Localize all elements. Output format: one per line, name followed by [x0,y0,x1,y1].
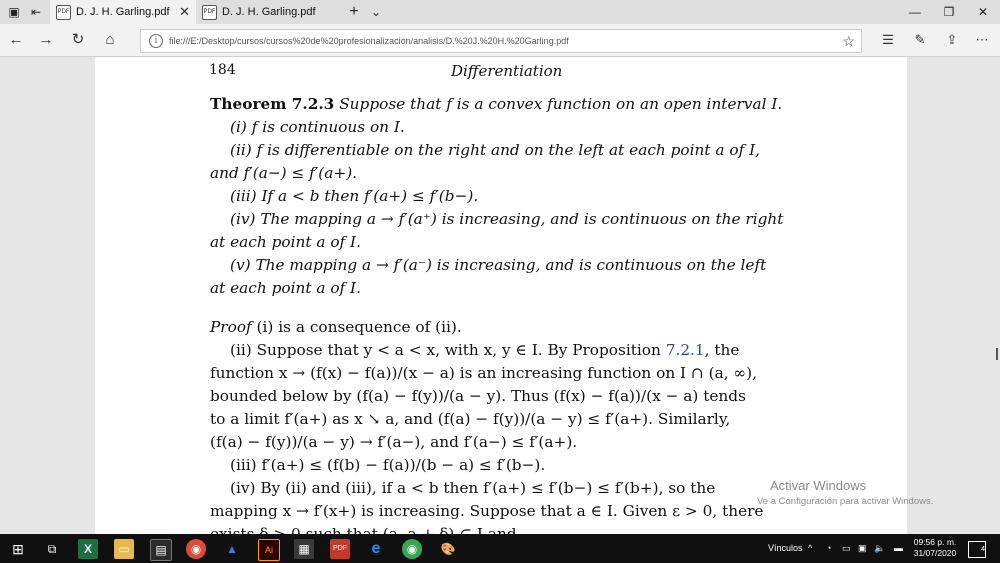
theorem-line: at each point a of I. [210,279,361,297]
theorem-line: (iii) If a < b then f′(a+) ≤ f′(b−). [230,187,479,205]
proposition-link[interactable]: 7.2.1 [666,341,705,359]
notifications-icon[interactable]: 4 [968,541,986,558]
tab-bar: ▣ ⇤ PDF D. J. H. Garling.pdf ✕ PDF D. J.… [0,0,1000,24]
pdf-icon: PDF [202,5,217,20]
proof-line: (iv) By (ii) and (iii), if a < b then f′… [230,479,716,497]
refresh-icon[interactable]: ↻ [68,30,88,50]
chevron-down-icon[interactable]: ⌄ [368,4,384,20]
chevron-up-icon[interactable]: ^ [808,534,812,563]
close-tab-icon[interactable]: ✕ [179,0,190,24]
address-bar: ← → ↻ ⌂ i file:///E:/Desktop/cursos/curs… [0,24,1000,57]
proof-text: (ii) Suppose that y < a < x, with x, y ∈… [230,341,666,359]
favorite-star-icon[interactable]: ☆ [842,30,855,52]
scroll-indicator[interactable] [996,348,998,360]
pdf-reader-icon[interactable]: PDF [330,539,350,559]
chrome-icon[interactable]: ◉ [186,539,206,559]
input-icon[interactable]: ▣ [858,534,867,563]
url-field[interactable]: i file:///E:/Desktop/cursos/cursos%20de%… [140,29,862,53]
activation-watermark-subtext: Ve a Configuración para activar Windows. [757,496,934,507]
chrome-alt-icon[interactable]: ◉ [402,539,422,559]
tab-actions-icon[interactable]: ▣ [6,4,22,20]
back-arrow-icon[interactable]: ← [6,30,26,50]
proof-text: (i) is a consequence of (ii). [251,318,462,336]
theorem-line: (v) The mapping a → f′(a⁻) is increasing… [230,256,767,274]
tab-pdf-1[interactable]: PDF D. J. H. Garling.pdf ✕ [50,0,196,24]
pdf-page: 184 Differentiation Theorem 7.2.3 Suppos… [95,57,907,534]
info-icon[interactable]: i [149,34,163,48]
pdf-icon: PDF [56,5,71,20]
terminal-icon[interactable]: ▤ [150,539,172,561]
page-number: 184 [209,62,236,78]
theorem-line: (i) f is continuous on I. [230,118,405,136]
network-icon[interactable]: ▬ [894,534,903,563]
home-icon[interactable]: ⌂ [100,30,120,50]
paint-icon[interactable]: 🎨 [438,539,458,559]
theorem-label: Theorem 7.2.3 [210,95,335,113]
excel-icon[interactable]: X [78,539,98,559]
theorem-text: Suppose that f is a convex function on a… [334,95,783,113]
app-icon[interactable]: ▦ [294,539,314,559]
file-explorer-icon[interactable]: ▭ [114,539,134,559]
favorites-hub-icon[interactable]: ☰ [878,30,898,50]
proof-line: to a limit f′(a+) as x ↘ a, and (f(a) − … [210,410,731,428]
minimize-button[interactable]: — [898,0,932,24]
new-tab-icon[interactable]: + [346,4,362,20]
proof-start: Proof (i) is a consequence of (ii). [210,318,462,336]
share-icon[interactable]: ⇪ [942,30,962,50]
battery-icon[interactable]: ▭ [842,534,851,563]
proof-line: bounded below by (f(a) − f(y))/(a − y). … [210,387,746,405]
more-menu-icon[interactable]: ⋯ [972,30,992,50]
proof-label: Proof [210,318,252,336]
theorem-line: (ii) f is differentiable on the right an… [230,141,760,159]
taskbar: ⊞ ⧉ X ▭ ▤ ◉ ▲ Ai ▦ PDF e ◉ 🎨 Vínculos ^ … [0,534,1000,563]
theorem-line: at each point a of I. [210,233,361,251]
tab-label: D. J. H. Garling.pdf [222,6,316,18]
illustrator-icon[interactable]: Ai [258,539,280,561]
pdf-viewer[interactable]: 184 Differentiation Theorem 7.2.3 Suppos… [0,57,1000,534]
proof-line: mapping x → f′(x+) is increasing. Suppos… [210,502,764,520]
theorem-statement: Theorem 7.2.3 Suppose that f is a convex… [210,95,782,113]
tab-label: D. J. H. Garling.pdf [76,6,170,18]
clock[interactable]: 09:56 p. m. 31/07/2020 [912,537,958,559]
proof-text: , the [704,341,740,359]
matlab-icon[interactable]: ▲ [222,539,242,559]
links-toolbar[interactable]: Vínculos [768,534,803,563]
date: 31/07/2020 [913,548,957,558]
edge-icon[interactable]: e [366,539,386,559]
theorem-line: and f′(a−) ≤ f′(a+). [210,164,358,182]
time: 09:56 p. m. [913,537,957,547]
proof-line: (f(a) − f(y))/(a − y) → f′(a−), and f′(a… [210,433,578,451]
forward-arrow-icon[interactable]: → [36,30,56,50]
close-window-button[interactable]: ✕ [966,0,1000,24]
tab-pdf-2[interactable]: PDF D. J. H. Garling.pdf [196,0,336,24]
proof-line: (ii) Suppose that y < a < x, with x, y ∈… [230,341,739,359]
url-text: file:///E:/Desktop/cursos/cursos%20de%20… [169,36,569,46]
windows-start-icon[interactable]: ⊞ [8,539,28,559]
task-view-icon[interactable]: ⧉ [42,539,62,559]
set-tabs-aside-icon[interactable]: ⇤ [28,4,44,20]
theorem-line: (iv) The mapping a → f′(a⁺) is increasin… [230,210,784,228]
proof-line: exists δ > 0 such that (a, a + δ) ⊂ I an… [210,525,517,534]
proof-line: function x → (f(x) − f(a))/(x − a) is an… [210,364,757,382]
restore-button[interactable]: ❐ [932,0,966,24]
volume-icon[interactable]: 🔈 [874,534,885,563]
pen-notes-icon[interactable]: ✎ [910,30,930,50]
proof-line: (iii) f′(a+) ≤ (f(b) − f(a))/(b − a) ≤ f… [230,456,546,474]
activation-watermark: Activar Windows [770,478,867,493]
running-head: Differentiation [451,62,563,80]
wifi-icon[interactable]: ◔ [826,534,831,563]
